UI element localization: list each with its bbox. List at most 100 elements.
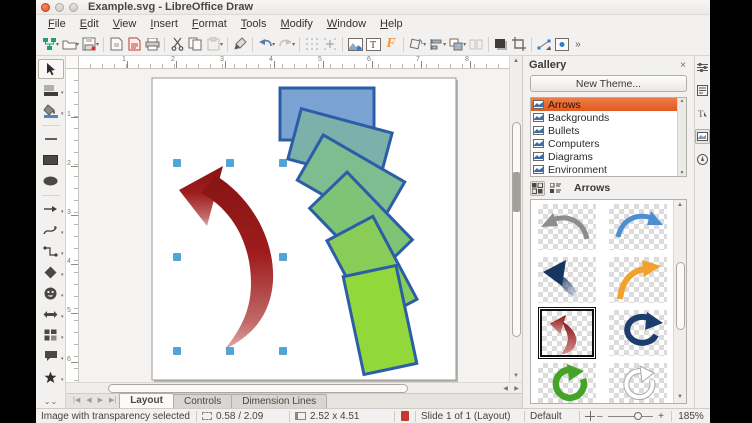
page-style[interactable]: Default [525, 411, 579, 422]
fontwork-icon[interactable]: F [382, 35, 400, 53]
slide-info[interactable]: Slide 1 of 1 (Layout) [416, 411, 524, 422]
zoom-level[interactable]: 185% [672, 411, 710, 422]
document-modified[interactable] [395, 411, 415, 421]
insert-image-icon[interactable] [346, 35, 364, 53]
display-grid-icon[interactable] [303, 35, 321, 53]
window-minimize-button[interactable] [55, 3, 64, 12]
shapes-tab-icon[interactable] [695, 83, 710, 98]
cut-icon[interactable] [168, 35, 186, 53]
scroll-down-icon[interactable]: ▼ [513, 371, 519, 382]
zoom-slider-handle[interactable] [634, 412, 642, 420]
new-theme-button[interactable]: New Theme... [530, 75, 687, 92]
vertical-scrollbar[interactable]: ▲ ▼ [509, 56, 522, 382]
theme-environment[interactable]: Environment [531, 163, 686, 176]
next-layer-icon[interactable]: ▶ [95, 394, 106, 408]
thumb-navy-circular-arrow[interactable] [602, 306, 673, 359]
connector-icon[interactable]: ▾ [38, 241, 64, 261]
lines-and-arrows-icon[interactable]: ▾ [38, 199, 64, 219]
gallery-tab-icon[interactable] [695, 129, 710, 144]
previous-layer-icon[interactable]: ◀ [83, 394, 94, 408]
copy-icon[interactable] [186, 35, 204, 53]
tab-dimension-lines[interactable]: Dimension Lines [231, 394, 327, 408]
window-maximize-button[interactable] [69, 3, 78, 12]
open-icon[interactable] [60, 35, 78, 53]
block-arrows-icon[interactable]: ▾ [38, 304, 64, 324]
tab-controls[interactable]: Controls [173, 394, 232, 408]
tab-layout[interactable]: Layout [119, 393, 174, 408]
thumb-green-circular-arrow[interactable] [531, 359, 602, 404]
paste-icon[interactable] [204, 35, 222, 53]
horizontal-scrollbar[interactable]: ◀ ▶ [66, 382, 522, 393]
drawing-toolbar-overflow[interactable]: ⌄⌄ [44, 397, 57, 406]
edit-points-icon[interactable] [535, 35, 553, 53]
insert-text-box-icon[interactable]: T [364, 35, 382, 53]
fill-color-icon[interactable]: ▾ [38, 101, 64, 121]
scroll-up-icon[interactable]: ▲ [513, 56, 519, 67]
align-objects-icon[interactable] [427, 35, 445, 53]
flowchart-icon[interactable]: ▾ [38, 325, 64, 345]
menu-modify[interactable]: Modify [273, 17, 319, 31]
drawing-canvas[interactable] [79, 69, 509, 382]
new-drawing-icon[interactable] [40, 35, 58, 53]
select-objects-icon[interactable] [467, 35, 485, 53]
vertical-scrollbar-thumb[interactable] [512, 122, 521, 337]
fit-slide-icon[interactable] [585, 411, 595, 421]
styles-tab-icon[interactable]: T [695, 106, 710, 121]
callouts-icon[interactable]: ▾ [38, 346, 64, 366]
object-size[interactable]: 2.52 x 4.51 [290, 411, 394, 422]
thumb-navy-straight-arrow[interactable] [531, 253, 602, 306]
stars-icon[interactable]: ▾ [38, 367, 64, 387]
export-icon[interactable] [107, 35, 125, 53]
thumb-red-curved-arrow[interactable] [531, 306, 602, 359]
theme-bullets[interactable]: Bullets [531, 124, 686, 137]
basic-shapes-icon[interactable]: ▾ [38, 262, 64, 282]
cursor-position[interactable]: 0.58 / 2.09 [197, 411, 289, 422]
menu-tools[interactable]: Tools [234, 17, 274, 31]
save-icon[interactable] [80, 35, 98, 53]
gallery-grid-scrollbar[interactable]: ▲ ▼ [673, 200, 686, 403]
menu-window[interactable]: Window [320, 17, 373, 31]
menu-insert[interactable]: Insert [143, 17, 185, 31]
snap-to-grid-icon[interactable] [321, 35, 339, 53]
gallery-close-icon[interactable]: × [678, 60, 688, 71]
zoom-in-button[interactable]: + [656, 411, 666, 422]
select-tool-icon[interactable] [38, 59, 64, 79]
menu-file[interactable]: File [41, 17, 73, 31]
theme-computers[interactable]: Computers [531, 137, 686, 150]
transformations-icon[interactable] [407, 35, 425, 53]
toolbar-overflow-button[interactable]: » [575, 39, 581, 50]
insert-ole-object-icon[interactable] [553, 35, 571, 53]
first-layer-icon[interactable]: |◀ [70, 394, 83, 408]
print-icon[interactable] [143, 35, 161, 53]
thumb-outline-circular-arrow[interactable] [602, 359, 673, 404]
crop-image-icon[interactable] [510, 35, 528, 53]
theme-arrows[interactable]: Arrows [531, 98, 686, 111]
symbol-shapes-icon[interactable]: ▾ [38, 283, 64, 303]
horizontal-scrollbar-thumb[interactable] [108, 384, 408, 393]
scroll-right-icon[interactable]: ▶ [511, 385, 522, 392]
zoom-out-button[interactable]: – [595, 411, 605, 422]
zoom-slider[interactable] [608, 411, 654, 422]
thumb-blue-curved-arrow[interactable] [602, 200, 673, 253]
icon-view-icon[interactable] [530, 181, 545, 196]
scroll-left-icon[interactable]: ◀ [500, 385, 511, 392]
theme-diagrams[interactable]: Diagrams [531, 150, 686, 163]
thumb-orange-curved-arrow[interactable] [602, 253, 673, 306]
menu-format[interactable]: Format [185, 17, 234, 31]
clone-formatting-icon[interactable] [231, 35, 249, 53]
window-close-button[interactable] [41, 3, 50, 12]
theme-list-scrollbar[interactable]: ▲▼ [677, 98, 686, 176]
rectangle-icon[interactable] [38, 150, 64, 170]
arrange-icon[interactable] [447, 35, 465, 53]
undo-icon[interactable] [256, 35, 274, 53]
menu-help[interactable]: Help [373, 17, 410, 31]
detailed-view-icon[interactable] [548, 181, 563, 196]
thumb-gray-curved-arrow[interactable] [531, 200, 602, 253]
properties-tab-icon[interactable] [695, 60, 710, 75]
navigator-tab-icon[interactable] [695, 152, 710, 167]
menu-view[interactable]: View [106, 17, 144, 31]
menu-edit[interactable]: Edit [73, 17, 106, 31]
insert-line-icon[interactable] [38, 129, 64, 149]
theme-backgrounds[interactable]: Backgrounds [531, 111, 686, 124]
redo-icon[interactable] [276, 35, 294, 53]
